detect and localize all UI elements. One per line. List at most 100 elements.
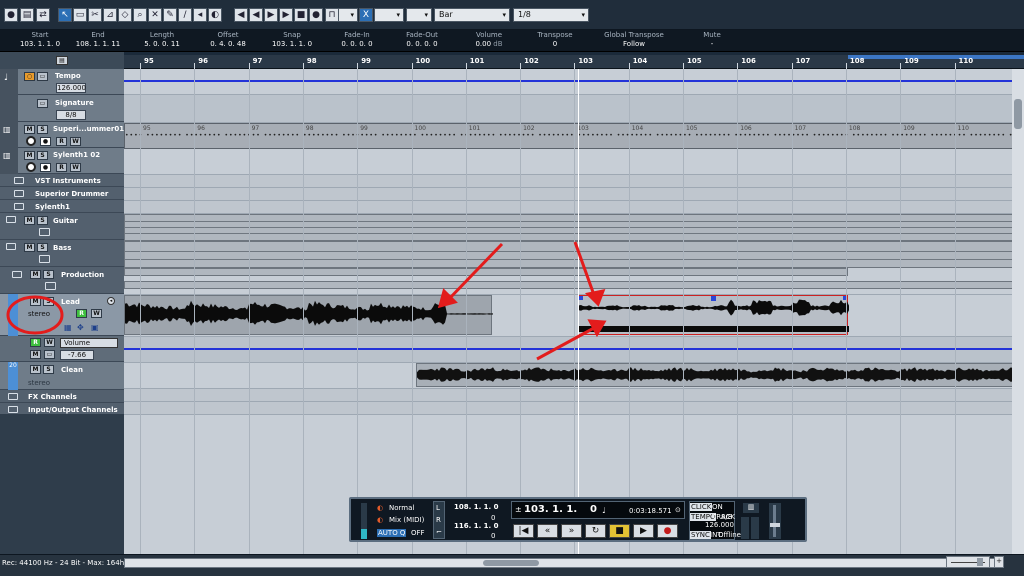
track-superior-drummer[interactable]: ▥ M S Superi...ummer01 ● R W: [0, 122, 124, 148]
go-to-start-button[interactable]: |◀: [513, 524, 534, 538]
solo-button[interactable]: S: [37, 243, 48, 252]
monitor-icon[interactable]: [26, 162, 36, 172]
auto-quantize-label[interactable]: AUTO Q: [377, 529, 407, 537]
mute-button[interactable]: M: [24, 216, 35, 225]
right-locator-offset[interactable]: 0: [491, 532, 495, 540]
project-cursor[interactable]: [578, 69, 579, 554]
info-transpose[interactable]: Transpose 0: [530, 31, 580, 48]
stop-button[interactable]: ■: [609, 524, 630, 538]
lane-edit-button[interactable]: ▭: [44, 350, 55, 359]
read-button[interactable]: R: [56, 163, 67, 172]
edit-channel-icon[interactable]: ◂: [107, 297, 115, 305]
lanes-icon[interactable]: ▦: [64, 323, 74, 332]
media-bay-icon[interactable]: ●: [4, 8, 18, 22]
mute-button[interactable]: M: [30, 365, 41, 374]
sync-button[interactable]: SYNC: [690, 531, 711, 539]
go-to-start-icon[interactable]: ◀: [234, 8, 248, 22]
constrain-icon[interactable]: ⇄: [36, 8, 50, 22]
horizontal-scroll-thumb[interactable]: [483, 560, 539, 566]
glue-tool-icon[interactable]: ⊿: [103, 8, 117, 22]
autoscroll-icon[interactable]: ⊓: [325, 8, 339, 22]
split-tool-icon[interactable]: ✂: [88, 8, 102, 22]
mute-button[interactable]: M: [24, 125, 35, 134]
play-button[interactable]: ▶: [633, 524, 654, 538]
position-display[interactable]: ± 103. 1. 1. 0 ♩ 0:03:18.571 ⊙: [511, 501, 685, 519]
go-to-end-icon[interactable]: ▶: [279, 8, 293, 22]
vertical-scrollbar[interactable]: [1012, 69, 1024, 554]
snap-toggle-icon[interactable]: X: [359, 8, 373, 22]
solo-button[interactable]: S: [43, 297, 54, 306]
signature-edit-button[interactable]: ▭: [37, 99, 48, 108]
folder-guitar[interactable]: M S Guitar: [0, 213, 124, 240]
event-display[interactable]: 95 96 97 98 99 100 101 102 103 104 105 106 107 108 109…: [124, 69, 1024, 554]
cycle-marker[interactable]: [848, 55, 1024, 59]
object-select-tool-icon[interactable]: ↖: [58, 8, 72, 22]
record-enable-button[interactable]: ●: [40, 163, 51, 172]
audio-event-clean[interactable]: [416, 363, 1024, 387]
stop-icon[interactable]: ■: [294, 8, 308, 22]
folder-edit-icon[interactable]: [39, 255, 50, 263]
folder-superior-drummer[interactable]: Superior Drummer: [0, 187, 124, 200]
info-length[interactable]: Length 5. 0. 0. 11: [136, 31, 188, 48]
info-fade-out[interactable]: Fade-Out 0. 0. 0. 0: [396, 31, 448, 48]
read-button[interactable]: R: [56, 137, 67, 146]
vertical-scroll-thumb[interactable]: [1014, 99, 1022, 129]
left-locator-offset[interactable]: 0: [491, 514, 495, 522]
info-global-transpose[interactable]: Global Transpose Follow: [598, 31, 670, 48]
record-enable-button[interactable]: ●: [40, 137, 51, 146]
record-mode-select[interactable]: Normal: [389, 504, 414, 512]
info-start[interactable]: Start 103. 1. 1. 0: [14, 31, 66, 48]
zoom-in-icon[interactable]: +: [994, 556, 1004, 568]
write-button[interactable]: W: [70, 137, 81, 146]
info-offset[interactable]: Offset 0. 4. 0. 48: [202, 31, 254, 48]
rewind-button[interactable]: «: [537, 524, 558, 538]
folder-part[interactable]: [124, 268, 848, 276]
read-button[interactable]: R: [30, 338, 41, 347]
monitor-icon[interactable]: [26, 136, 36, 146]
track-clean[interactable]: 20 M S Clean stereo: [0, 362, 124, 390]
lane-mute-button[interactable]: M: [30, 350, 41, 359]
folder-production[interactable]: M S Production: [0, 267, 124, 294]
forward-icon[interactable]: ▶: [264, 8, 278, 22]
track-lead[interactable]: M S Lead ◂ stereo R W ▦ ✥ ▣: [0, 294, 124, 336]
solo-button[interactable]: S: [43, 270, 54, 279]
play-tool-icon[interactable]: ◂: [193, 8, 207, 22]
master-fader[interactable]: [769, 503, 781, 539]
solo-button[interactable]: S: [37, 125, 48, 134]
automation-lane-volume[interactable]: R W Volume M ▭ -7.66: [0, 336, 124, 362]
tempo-edit-button[interactable]: ▭: [37, 72, 48, 81]
track-list-menu-icon[interactable]: ▤: [56, 56, 68, 65]
folder-edit-icon[interactable]: [45, 282, 56, 290]
info-fade-in[interactable]: Fade-In 0. 0. 0. 0: [331, 31, 383, 48]
audio-event-lead-2-selected[interactable]: [578, 295, 849, 335]
mute-button[interactable]: M: [30, 297, 41, 306]
read-button[interactable]: R: [76, 309, 87, 318]
automation-icon[interactable]: ▣: [91, 323, 101, 332]
mute-button[interactable]: M: [24, 151, 35, 160]
grid-type-select[interactable]: ▾: [338, 8, 358, 22]
draw-tool-icon[interactable]: ✎: [163, 8, 177, 22]
right-locator-icon[interactable]: R: [436, 516, 441, 524]
mute-tool-icon[interactable]: ✕: [148, 8, 162, 22]
info-mute[interactable]: Mute -: [692, 31, 732, 48]
click-button[interactable]: CLICK: [690, 503, 713, 511]
write-button[interactable]: W: [91, 309, 102, 318]
rewind-icon[interactable]: ◀: [249, 8, 263, 22]
cycle-mode-select[interactable]: Mix (MIDI): [389, 516, 424, 524]
solo-button[interactable]: S: [37, 216, 48, 225]
audio-event-lead-1[interactable]: [124, 295, 493, 335]
fast-forward-button[interactable]: »: [561, 524, 582, 538]
track-signature[interactable]: ▭ Signature 8/8: [0, 95, 124, 122]
tempo-activate-button[interactable]: ○: [24, 72, 35, 81]
record-icon[interactable]: ●: [309, 8, 323, 22]
horizontal-zoom-slider[interactable]: [946, 556, 990, 568]
punch-icon[interactable]: ⌐: [436, 528, 442, 536]
folder-bass[interactable]: M S Bass: [0, 240, 124, 267]
solo-button[interactable]: S: [43, 365, 54, 374]
grid-select[interactable]: 1/8 ▾: [513, 8, 589, 22]
info-end[interactable]: End 108. 1. 1. 11: [72, 31, 124, 48]
quantize-select[interactable]: Bar ▾: [434, 8, 510, 22]
record-button[interactable]: ●: [657, 524, 678, 538]
snap-type-select[interactable]: ▾: [374, 8, 404, 22]
line-tool-icon[interactable]: ∕: [178, 8, 192, 22]
